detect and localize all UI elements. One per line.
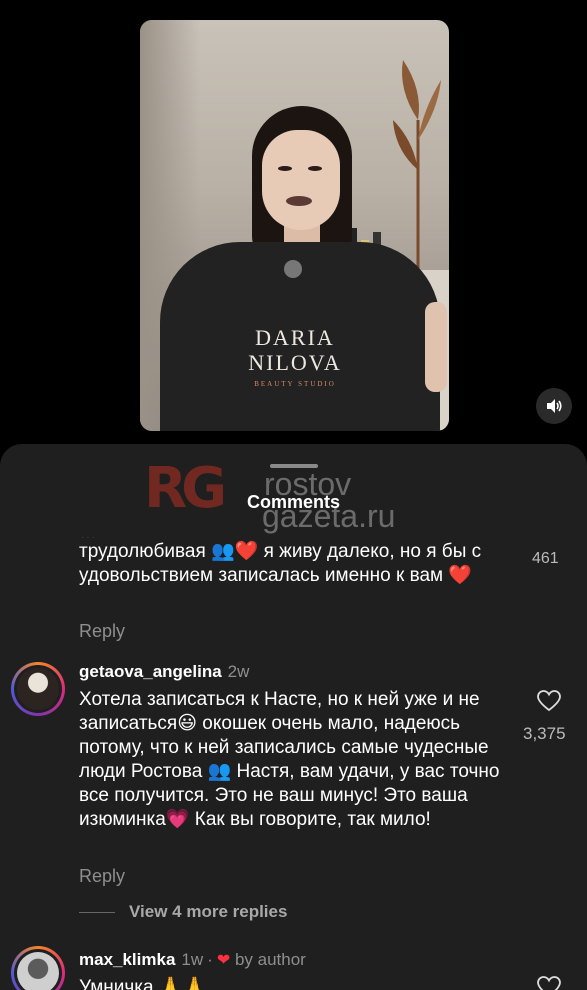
view-more-label: View 4 more replies <box>129 902 288 921</box>
avatar[interactable] <box>11 662 65 716</box>
like-count: 461 <box>532 550 559 567</box>
username[interactable]: getaova_angelina <box>79 662 222 681</box>
speaker-icon <box>547 399 562 413</box>
video-player[interactable]: DARIA NILOVA BEAUTY STUDIO <box>140 20 449 431</box>
by-author-label: by author <box>234 950 306 969</box>
person-lips <box>286 196 312 206</box>
comment-header: max_klimka 1w · ❤ by author <box>79 950 306 970</box>
like-button[interactable] <box>537 976 561 990</box>
sound-button[interactable] <box>536 388 572 424</box>
like-button[interactable] <box>537 690 561 717</box>
shirt-brand-line1: DARIA <box>255 325 335 350</box>
heart-icon <box>537 690 561 712</box>
comment-time: 1w <box>181 950 204 969</box>
reply-button[interactable]: Reply <box>79 621 125 642</box>
sheet-title: Comments <box>246 492 340 512</box>
person-face <box>262 130 340 230</box>
comments-sheet: RG rostov gazeta.ru Comments ... трудолю… <box>0 444 587 990</box>
separator: · <box>207 950 213 969</box>
avatar[interactable] <box>11 946 65 990</box>
shirt-brand-line3: BEAUTY STUDIO <box>254 380 336 388</box>
comment-text: Умничка 🙏🙏 <box>79 977 207 990</box>
comment-text: Хотела записаться к Насте, но к ней уже … <box>79 689 500 830</box>
person-hand <box>425 302 447 392</box>
author-heart-icon: ❤ <box>216 952 231 969</box>
view-more-replies-button[interactable]: View 4 more replies <box>79 902 287 922</box>
comment-header: getaova_angelina 2w <box>79 662 249 682</box>
reply-button[interactable]: Reply <box>79 866 125 887</box>
shirt-brand-line2: NILOVA <box>248 350 342 375</box>
username[interactable]: max_klimka <box>79 950 175 969</box>
person-eye <box>278 166 292 171</box>
like-count: 3,375 <box>523 724 566 743</box>
sheet-drag-handle[interactable] <box>270 464 318 468</box>
clipped-comment-line: ... <box>80 532 510 538</box>
comment-time: 2w <box>227 662 250 681</box>
divider <box>79 911 115 913</box>
lapel-mic <box>284 260 302 278</box>
person-eye <box>308 166 322 171</box>
heart-icon <box>537 976 561 990</box>
comment-text: трудолюбивая 👥❤️ я живу далеко, но я бы … <box>79 541 482 586</box>
